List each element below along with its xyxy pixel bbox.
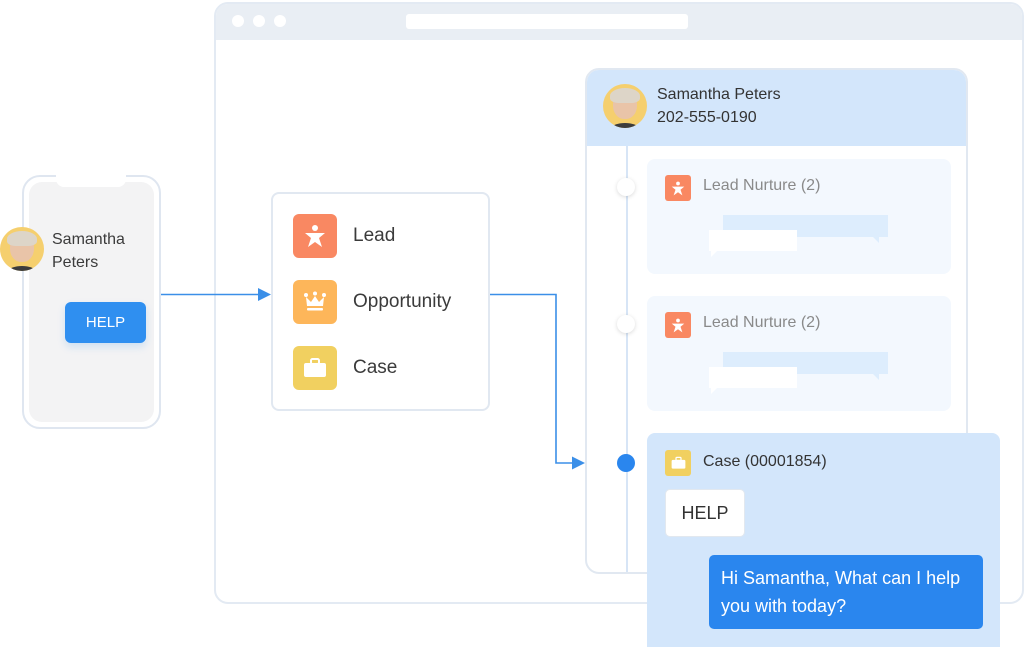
person-star-icon (671, 181, 685, 195)
record-type-menu: Lead Opportunity Case (271, 192, 490, 411)
contact-name: Samantha Peters (657, 86, 781, 103)
avatar (603, 84, 647, 128)
menu-item-label: Case (353, 357, 398, 378)
placeholder-message-in (709, 230, 797, 251)
contact-header: Samantha Peters 202-555-0190 (587, 70, 966, 146)
timeline-card-lead-nurture[interactable]: Lead Nurture (2) (647, 159, 951, 274)
lead-tile (665, 175, 691, 201)
address-bar[interactable] (406, 14, 688, 29)
timeline-card-title: Lead Nurture (2) (703, 177, 821, 194)
timeline-node (617, 178, 635, 196)
window-close-dot[interactable] (232, 15, 244, 27)
phone-contact-name: Samantha Peters (52, 231, 125, 271)
timeline-line (626, 146, 628, 572)
timeline-node (617, 315, 635, 333)
placeholder-message-in (709, 367, 797, 388)
case-tile (293, 346, 337, 390)
customer-message: HELP (665, 489, 745, 537)
briefcase-icon (304, 358, 326, 377)
briefcase-icon (671, 456, 685, 469)
case-tile (665, 450, 691, 476)
lead-tile (293, 214, 337, 258)
browser-title-bar (216, 4, 1022, 40)
person-star-icon (671, 318, 685, 332)
person-star-icon (305, 225, 325, 247)
crown-icon (304, 291, 326, 311)
menu-item-opportunity[interactable]: Opportunity (293, 280, 451, 324)
avatar (0, 227, 44, 271)
agent-message: Hi Samantha, What can I help you with to… (709, 555, 983, 629)
timeline-card-title: Case (00001854) (703, 453, 827, 470)
menu-item-case[interactable]: Case (293, 346, 397, 390)
timeline-node-active (617, 454, 635, 472)
menu-item-label: Opportunity (353, 291, 452, 312)
opportunity-tile (293, 280, 337, 324)
timeline-card-lead-nurture[interactable]: Lead Nurture (2) (647, 296, 951, 411)
lead-tile (665, 312, 691, 338)
help-button[interactable]: HELP (65, 302, 146, 343)
timeline-card-title: Lead Nurture (2) (703, 314, 821, 331)
menu-item-label: Lead (353, 225, 396, 246)
window-minimize-dot[interactable] (253, 15, 265, 27)
menu-item-lead[interactable]: Lead (293, 214, 395, 258)
contact-phone: 202-555-0190 (657, 109, 757, 126)
phone-notch (56, 175, 126, 187)
window-maximize-dot[interactable] (274, 15, 286, 27)
timeline-card-case[interactable]: Case (00001854) HELP Hi Samantha, What c… (647, 433, 1000, 647)
